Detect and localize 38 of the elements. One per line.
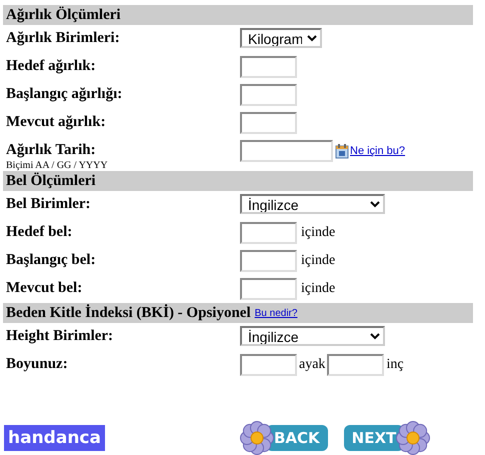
field-label: Mevcut bel: [6,279,84,298]
field-label: Boyunuz: [6,355,69,374]
input-field[interactable] [240,250,297,272]
unit-label: inç [386,356,404,374]
flower-icon [396,421,430,455]
field-label: Ağırlık Tarih: [6,141,97,160]
unit-label: ayak [299,356,326,374]
input-field[interactable] [240,112,297,134]
section-title: Beden Kitle İndeksi (BKİ) - Opsiyonel [6,306,251,320]
field-label: Hedef bel: [6,223,74,242]
input-field[interactable] [327,354,384,376]
unit-label: içinde [301,224,336,242]
unit-dropdown[interactable]: İngilizce [240,326,385,346]
help-link[interactable]: Bu nedir? [254,306,298,320]
date-field[interactable] [240,140,333,162]
unit-dropdown[interactable]: İngilizce [240,194,385,214]
format-hint: Biçimi AA / GG / YYYY [6,160,109,171]
input-field[interactable] [240,278,297,300]
unit-label: içinde [301,280,336,298]
field-label: Mevcut ağırlık: [6,113,107,132]
unit-dropdown[interactable]: Kilogram [240,28,322,48]
input-field[interactable] [240,354,297,376]
input-field[interactable] [240,56,297,78]
input-field[interactable] [240,222,297,244]
input-field[interactable] [240,84,297,106]
help-link[interactable]: Ne için bu? [350,142,406,160]
logo: handanca [4,425,105,451]
unit-label: içinde [301,252,336,270]
section-title: Ağırlık Ölçümleri [6,8,121,22]
field-label: Bel Birimler: [6,195,92,214]
field-label: Başlangıç ağırlığı: [6,85,124,104]
section-title: Bel Ölçümleri [6,174,96,188]
flower-icon [240,421,274,455]
calendar-icon[interactable] [335,143,349,159]
field-label: Başlangıç bel: [6,251,97,270]
field-label: Height Birimler: [6,327,114,346]
field-label: Hedef ağırlık: [6,57,97,76]
field-label: Ağırlık Birimleri: [6,29,121,48]
